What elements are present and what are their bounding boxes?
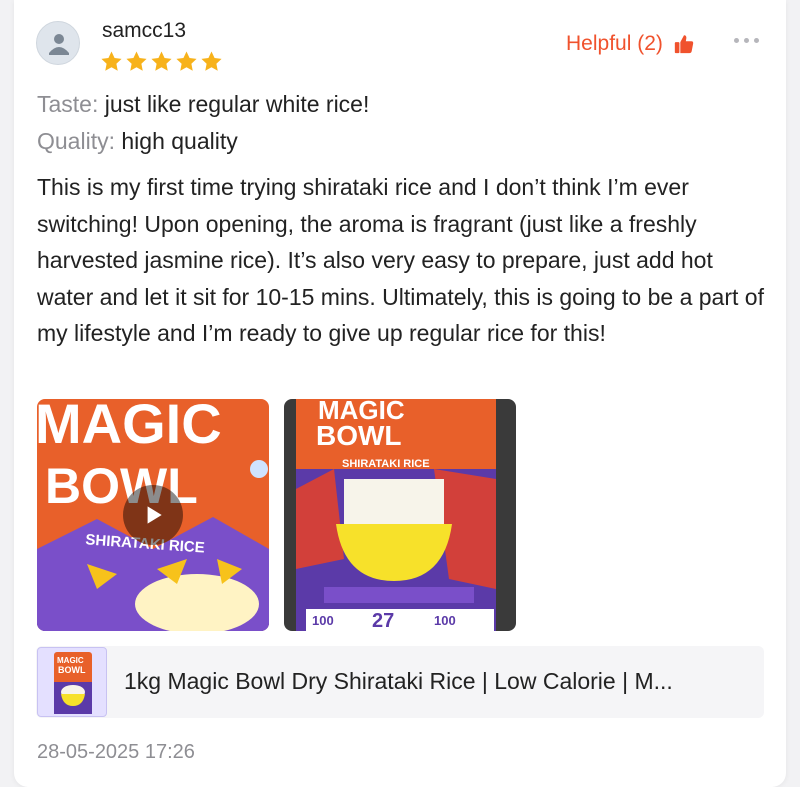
review-date: 28-05-2025 17:26 xyxy=(37,741,195,763)
user-avatar[interactable] xyxy=(36,21,80,65)
quality-attribute: Quality: high quality xyxy=(37,126,238,156)
star-icon xyxy=(150,50,173,73)
pack-badge-right: 100 xyxy=(434,613,456,628)
star-icon xyxy=(100,50,123,73)
pack-title-2: BOWL xyxy=(316,420,402,451)
pack-subtitle: SHIRATAKI RICE xyxy=(342,458,430,470)
thumb-title-1: MAGIC xyxy=(57,656,84,665)
play-button[interactable] xyxy=(123,485,183,545)
more-options-icon[interactable] xyxy=(734,38,759,43)
review-video-thumbnail[interactable]: MAGIC BOWL SHIRATAKI RICE xyxy=(37,399,269,631)
product-thumbnail: MAGIC BOWL xyxy=(37,647,107,717)
pack-badge-left: 100 xyxy=(312,613,334,628)
product-package-image: MAGIC BOWL xyxy=(54,652,92,714)
pack-badge-mid: 27 xyxy=(372,610,394,631)
star-rating xyxy=(100,50,223,73)
username[interactable]: samcc13 xyxy=(102,17,186,45)
play-icon xyxy=(147,506,162,524)
star-icon xyxy=(125,50,148,73)
star-icon xyxy=(175,50,198,73)
helpful-label: Helpful (2) xyxy=(566,32,663,55)
helpful-button[interactable]: Helpful (2) xyxy=(566,30,695,58)
attribute-value: just like regular white rice! xyxy=(104,91,370,117)
review-photo-thumbnail[interactable]: MAGIC BOWL SHIRATAKI RICE 100 27 100 xyxy=(284,399,516,631)
person-icon xyxy=(49,34,69,55)
review-text: This is my first time trying shirataki r… xyxy=(37,174,764,346)
product-package-image: MAGIC BOWL SHIRATAKI RICE 100 27 100 xyxy=(284,399,516,631)
product-title[interactable]: 1kg Magic Bowl Dry Shirataki Rice | Low … xyxy=(124,666,744,696)
attribute-key: Taste: xyxy=(37,91,99,117)
attribute-value: high quality xyxy=(121,128,238,154)
thumb-title-2: BOWL xyxy=(58,665,86,675)
pack-title-1: MAGIC xyxy=(37,399,222,455)
taste-attribute: Taste: just like regular white rice! xyxy=(37,89,369,119)
product-link[interactable]: MAGIC BOWL 1kg Magic Bowl Dry Shirataki … xyxy=(36,646,764,718)
star-icon xyxy=(200,50,223,73)
thumbs-up-icon xyxy=(674,35,694,54)
attribute-key: Quality: xyxy=(37,128,115,154)
